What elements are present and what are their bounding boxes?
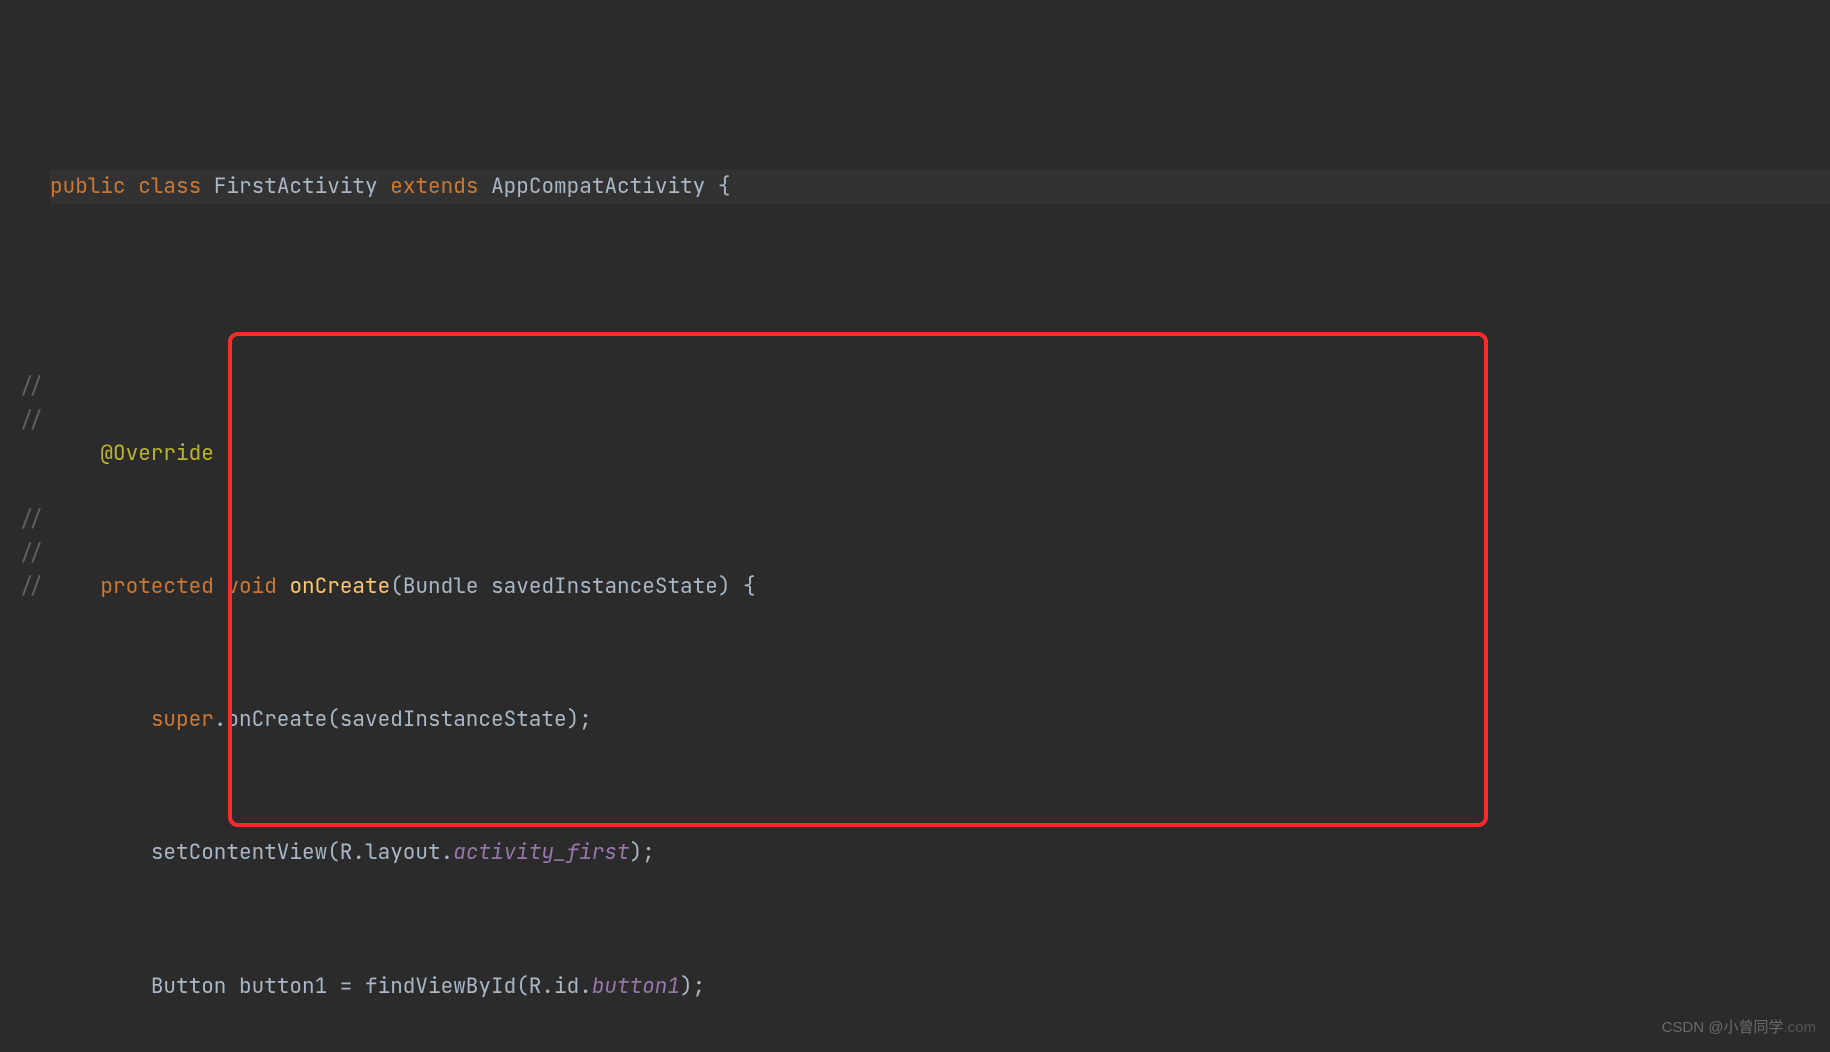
code-line[interactable]: @Override xyxy=(50,437,1830,470)
gutter-comment-marker: // xyxy=(0,404,44,437)
gutter: // // // // // xyxy=(0,0,50,1052)
gutter-comment-marker: // xyxy=(0,370,44,403)
gutter-comment-marker: // xyxy=(0,537,44,570)
code-editor[interactable]: // // // // // public class FirstActivit… xyxy=(0,0,1830,1052)
code-line[interactable]: public class FirstActivity extends AppCo… xyxy=(50,170,1830,203)
code-line[interactable]: protected void onCreate(Bundle savedInst… xyxy=(50,570,1830,603)
code-line[interactable]: Button button1 = findViewById(R.id.butto… xyxy=(50,970,1830,1003)
code-line[interactable]: setContentView(R.layout.activity_first); xyxy=(50,836,1830,869)
watermark: CSDN @小曾同学.com xyxy=(1662,1011,1816,1044)
gutter-comment-marker: // xyxy=(0,570,44,603)
gutter-comment-marker: // xyxy=(0,503,44,536)
code-line[interactable]: super.onCreate(savedInstanceState); xyxy=(50,703,1830,736)
code-area[interactable]: public class FirstActivity extends AppCo… xyxy=(50,0,1830,1052)
code-line[interactable] xyxy=(50,304,1830,337)
